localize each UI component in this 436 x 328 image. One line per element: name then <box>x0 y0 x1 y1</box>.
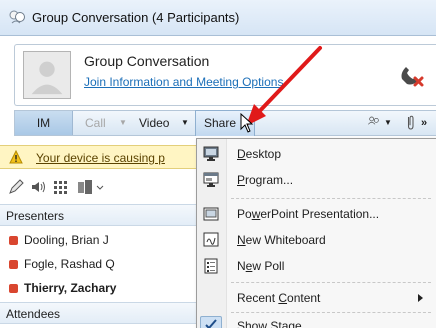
participant-name: Thierry, Zachary <box>24 281 117 295</box>
menu-item-label: New Whiteboard <box>237 233 326 247</box>
call-button[interactable]: Call <box>73 111 115 135</box>
dialpad-icon[interactable] <box>52 179 68 195</box>
share-dropdown-icon[interactable]: ▼ <box>241 111 253 135</box>
checkmark-icon <box>205 319 217 328</box>
powerpoint-icon <box>203 207 219 221</box>
device-warning-bar: Your device is causing p <box>0 145 196 169</box>
device-warning-link[interactable]: Your device is causing p <box>36 151 165 165</box>
conversation-title: Group Conversation <box>84 53 210 69</box>
conversation-header: Group Conversation Join Information and … <box>14 44 436 106</box>
warning-icon <box>9 150 23 164</box>
participant-list: Presenters Dooling, Brian J Fogle, Rasha… <box>0 204 196 328</box>
video-button[interactable]: Video <box>131 111 181 135</box>
participant-name: Dooling, Brian J <box>24 233 109 247</box>
window-titlebar: Group Conversation (4 Participants) <box>0 0 436 36</box>
group-avatar-icon <box>23 51 71 99</box>
participant-item[interactable]: Thierry, Zachary <box>0 276 196 300</box>
conversation-toolbar: IM Call ▼ Video ▼ Share ▼ ▼ » <box>14 110 436 136</box>
menu-item-desktop[interactable]: Desktop <box>197 141 436 167</box>
menu-item-label: PowerPoint Presentation... <box>237 207 380 221</box>
attachment-icon[interactable] <box>402 114 418 132</box>
menu-item-recent-content[interactable]: Recent Content <box>197 285 436 311</box>
participant-item[interactable]: Fogle, Rashad Q <box>0 252 196 276</box>
presence-busy-icon <box>9 236 18 245</box>
attendees-group-header[interactable]: Attendees <box>0 302 196 324</box>
menu-item-label: New Poll <box>237 259 285 273</box>
menu-item-new-poll[interactable]: New Poll <box>197 253 436 279</box>
menu-separator <box>231 282 431 283</box>
more-options-button[interactable]: » <box>421 111 436 135</box>
presence-busy-icon <box>9 260 18 269</box>
edit-pen-icon[interactable] <box>8 179 24 195</box>
join-info-link[interactable]: Join Information and Meeting Options <box>84 75 283 89</box>
speaker-volume-icon[interactable] <box>30 179 46 195</box>
hang-up-icon[interactable] <box>396 59 426 89</box>
menu-separator <box>231 198 431 199</box>
presenters-group-header[interactable]: Presenters <box>0 204 196 226</box>
program-window-icon <box>203 172 219 187</box>
poll-icon <box>204 258 218 274</box>
participant-item[interactable]: Dooling, Brian J <box>0 228 196 252</box>
participant-controls <box>0 172 196 202</box>
menu-item-label: Desktop <box>237 147 282 161</box>
call-dropdown-icon[interactable]: ▼ <box>115 111 131 135</box>
im-button[interactable]: IM <box>15 111 73 135</box>
people-dropdown-icon[interactable]: ▼ <box>384 111 396 135</box>
video-dropdown-icon[interactable]: ▼ <box>177 111 193 135</box>
presence-busy-icon <box>9 284 18 293</box>
participant-name: Fogle, Rashad Q <box>24 257 115 271</box>
submenu-arrow-icon <box>418 294 423 302</box>
share-menu: Desktop Program... PowerPoint Presentati… <box>196 138 436 328</box>
menu-item-label: Recent Content <box>237 291 321 305</box>
whiteboard-icon <box>203 232 219 247</box>
menu-item-whiteboard[interactable]: New Whiteboard <box>197 227 436 253</box>
conversation-app-icon <box>9 10 25 24</box>
monitor-icon <box>203 146 219 161</box>
menu-item-powerpoint[interactable]: PowerPoint Presentation... <box>197 201 436 227</box>
window-title: Group Conversation (4 Participants) <box>32 10 240 25</box>
menu-item-label: Program... <box>237 173 294 187</box>
menu-item-label: Show Stage <box>237 319 302 328</box>
menu-item-program[interactable]: Program... <box>197 167 436 193</box>
menu-item-show-stage[interactable]: Show Stage <box>197 313 436 328</box>
devices-dropdown-icon[interactable] <box>76 179 104 195</box>
